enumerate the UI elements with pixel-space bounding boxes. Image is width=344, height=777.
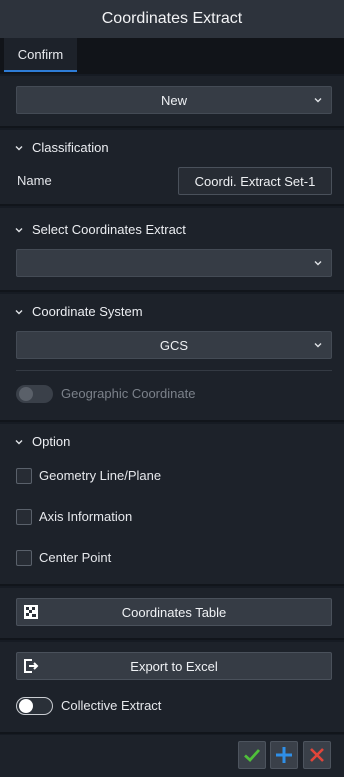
mode-panel: New — [0, 76, 344, 128]
coord-system-panel: Coordinate System GCS Geographic Coordin… — [0, 294, 344, 422]
window-title-text: Coordinates Extract — [101, 10, 243, 27]
classification-header-label: Classification — [32, 140, 109, 155]
table-panel: Coordinates Table — [0, 588, 344, 640]
confirm-check-icon — [244, 749, 261, 762]
classification-header[interactable]: Classification — [14, 140, 109, 155]
select-coords-header-label: Select Coordinates Extract — [32, 222, 186, 237]
mode-select-value: New — [160, 92, 187, 108]
add-button[interactable] — [270, 741, 298, 769]
table-grid-icon — [24, 605, 38, 619]
coordinates-table-button-label: Coordinates Table — [121, 604, 227, 620]
chevron-down-icon — [15, 439, 23, 444]
add-plus-icon — [276, 747, 292, 763]
name-label: Name — [17, 173, 52, 188]
coordinates-table-button[interactable]: Coordinates Table — [16, 598, 332, 626]
chevron-down-icon — [314, 261, 322, 266]
export-panel: Export to Excel Collective Extract — [0, 642, 344, 734]
chevron-down-icon — [314, 343, 322, 348]
toggle-knob — [19, 699, 33, 713]
coord-system-header[interactable]: Coordinate System — [14, 304, 143, 319]
close-x-icon — [310, 748, 324, 762]
select-coords-panel: Select Coordinates Extract — [0, 208, 344, 292]
export-excel-button[interactable]: Export to Excel — [16, 652, 332, 680]
coord-system-select[interactable]: GCS — [16, 331, 332, 359]
divider — [16, 370, 332, 371]
chevron-down-icon — [15, 309, 23, 314]
name-field-value: Coordi. Extract Set-1 — [194, 173, 316, 189]
chevron-down-icon — [314, 98, 322, 103]
option-header[interactable]: Option — [14, 434, 70, 449]
option-panel: Option Geometry Line/Plane Axis Informat… — [0, 424, 344, 586]
geometry-checkbox-label: Geometry Line/Plane — [39, 468, 162, 483]
collective-extract-label: Collective Extract — [61, 698, 162, 713]
confirm-button[interactable] — [238, 741, 266, 769]
name-field[interactable]: Coordi. Extract Set-1 — [178, 167, 332, 195]
axis-info-checkbox-label: Axis Information — [39, 509, 133, 524]
select-coords-header[interactable]: Select Coordinates Extract — [14, 222, 186, 237]
coord-system-header-label: Coordinate System — [32, 304, 143, 319]
footer-bar — [0, 735, 344, 777]
export-icon — [24, 659, 39, 673]
tab-bar: Confirm — [0, 38, 344, 74]
axis-info-checkbox[interactable] — [16, 509, 32, 525]
coord-system-select-value: GCS — [159, 337, 189, 353]
option-header-label: Option — [32, 434, 71, 449]
center-point-checkbox[interactable] — [16, 550, 32, 566]
mode-select[interactable]: New — [16, 86, 332, 114]
geographic-coordinate-toggle[interactable] — [16, 385, 53, 403]
geometry-checkbox[interactable] — [16, 468, 32, 484]
close-button[interactable] — [303, 741, 331, 769]
geographic-coordinate-label: Geographic Coordinate — [61, 386, 196, 401]
coords-extract-select[interactable] — [16, 249, 332, 277]
window-title: Coordinates Extract — [0, 0, 344, 38]
export-excel-button-label: Export to Excel — [130, 658, 218, 674]
tab-confirm-label: Confirm — [17, 46, 64, 62]
chevron-down-icon — [15, 227, 23, 232]
toggle-knob — [19, 387, 33, 401]
collective-extract-toggle[interactable] — [16, 697, 53, 715]
tab-confirm[interactable]: Confirm — [4, 38, 77, 72]
center-point-checkbox-label: Center Point — [39, 550, 112, 565]
classification-panel: Classification Name Coordi. Extract Set-… — [0, 130, 344, 206]
chevron-down-icon — [15, 145, 23, 150]
